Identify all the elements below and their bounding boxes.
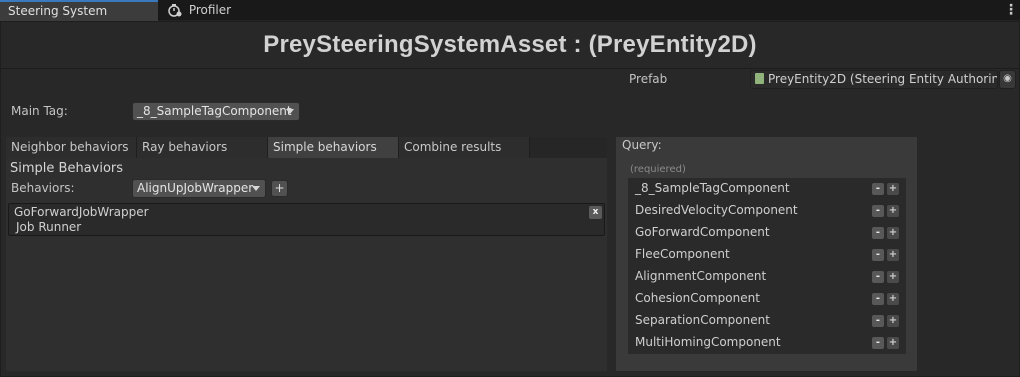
behaviors-dropdown[interactable]: AlignUpJobWrapper — [132, 179, 266, 198]
job-runner-label: Job Runner — [16, 220, 82, 234]
remove-component-button[interactable]: - — [872, 249, 884, 261]
tab-label: Simple behaviors — [273, 140, 377, 154]
list-item: FleeComponent - + — [628, 244, 906, 266]
list-item: CohesionComponent - + — [628, 288, 906, 310]
tab-label: Neighbor behaviors — [11, 140, 129, 154]
list-item: _8_SampleTagComponent - + — [628, 178, 906, 200]
tab-steering-system-creator[interactable]: Steering System Creator — [0, 0, 158, 37]
list-item: AlignmentComponent - + — [628, 266, 906, 288]
main-tag-label: Main Tag: — [11, 104, 68, 118]
job-wrapper-item: GoForwardJobWrapper Job Runner x — [8, 203, 605, 236]
prefab-value: PreyEntity2D (Steering Entity Authoring) — [768, 72, 998, 86]
behavior-tab-bar: Neighbor behaviors Ray behaviors Simple … — [6, 137, 607, 158]
query-label: Query: — [622, 138, 662, 152]
add-component-button[interactable]: + — [887, 249, 899, 261]
tab-label: Combine results — [404, 140, 502, 154]
component-name: _8_SampleTagComponent — [635, 181, 790, 195]
add-component-button[interactable]: + — [887, 271, 899, 283]
add-component-button[interactable]: + — [887, 293, 899, 305]
job-wrapper-name: GoForwardJobWrapper — [14, 205, 149, 219]
required-section-label: (requiered) — [630, 164, 686, 175]
query-panel: Query: (requiered) _8_SampleTagComponent… — [616, 137, 917, 371]
behaviors-selected: AlignUpJobWrapper — [137, 181, 254, 195]
component-name: DesiredVelocityComponent — [635, 203, 798, 217]
component-name: SeparationComponent — [635, 313, 770, 327]
page-title: PreySteeringSystemAsset : (PreyEntity2D) — [263, 31, 757, 58]
tab-label: Ray behaviors — [142, 140, 228, 154]
list-item: DesiredVelocityComponent - + — [628, 200, 906, 222]
add-component-button[interactable]: + — [887, 227, 899, 239]
chevron-down-icon — [286, 109, 294, 114]
profiler-icon — [168, 3, 182, 17]
remove-component-button[interactable]: - — [872, 315, 884, 327]
remove-component-button[interactable]: - — [872, 227, 884, 239]
add-behavior-button[interactable]: + — [271, 180, 288, 197]
prefab-icon — [755, 73, 764, 84]
query-component-list: _8_SampleTagComponent - + DesiredVelocit… — [628, 178, 906, 354]
component-name: FleeComponent — [635, 247, 730, 261]
remove-component-button[interactable]: - — [872, 271, 884, 283]
remove-job-button[interactable]: x — [589, 206, 602, 219]
add-component-button[interactable]: + — [887, 337, 899, 349]
prefab-object-field[interactable]: PreyEntity2D (Steering Entity Authoring) — [750, 70, 998, 89]
main-tag-selected: _8_SampleTagComponent — [137, 104, 292, 118]
add-component-button[interactable]: + — [887, 315, 899, 327]
behaviors-panel: Neighbor behaviors Ray behaviors Simple … — [6, 137, 607, 371]
simple-behaviors-title: Simple Behaviors — [10, 161, 124, 176]
remove-component-button[interactable]: - — [872, 337, 884, 349]
tab-combine-results[interactable]: Combine results — [399, 137, 530, 158]
component-name: CohesionComponent — [635, 291, 760, 305]
tab-label: Profiler — [188, 3, 232, 17]
main-tag-dropdown[interactable]: _8_SampleTagComponent — [132, 102, 300, 121]
remove-component-button[interactable]: - — [872, 205, 884, 217]
chevron-down-icon — [252, 186, 260, 191]
steering-system-creator-panel: PreySteeringSystemAsset : (PreyEntity2D)… — [0, 21, 1020, 377]
tab-neighbor-behaviors[interactable]: Neighbor behaviors — [6, 137, 137, 158]
list-item: MultiHomingComponent - + — [628, 332, 906, 354]
prefab-label: Prefab — [629, 72, 668, 86]
tab-simple-behaviors[interactable]: Simple behaviors — [268, 137, 399, 158]
remove-component-button[interactable]: - — [872, 293, 884, 305]
window-tab-bar: Steering System Creator Profiler ⋮ — [0, 0, 1020, 37]
list-item: GoForwardComponent - + — [628, 222, 906, 244]
component-name: AlignmentComponent — [635, 269, 767, 283]
behaviors-label: Behaviors: — [11, 181, 75, 195]
list-item: SeparationComponent - + — [628, 310, 906, 332]
tab-profiler[interactable]: Profiler — [160, 0, 239, 21]
remove-component-button[interactable]: - — [872, 183, 884, 195]
add-component-button[interactable]: + — [887, 205, 899, 217]
object-picker-icon[interactable]: ◉ — [999, 70, 1016, 89]
header-divider — [1, 68, 1019, 69]
tab-ray-behaviors[interactable]: Ray behaviors — [137, 137, 268, 158]
kebab-menu-icon[interactable]: ⋮ — [1004, 3, 1018, 17]
add-component-button[interactable]: + — [887, 183, 899, 195]
component-name: GoForwardComponent — [635, 225, 770, 239]
component-name: MultiHomingComponent — [635, 335, 781, 349]
